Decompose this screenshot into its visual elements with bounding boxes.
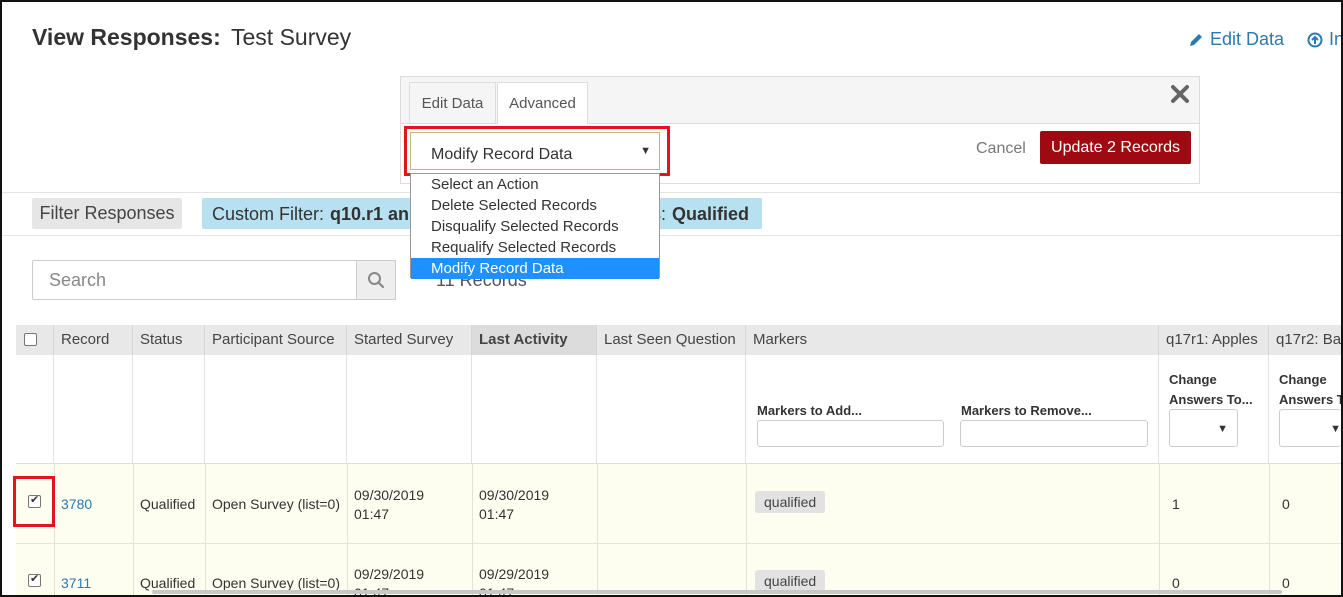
tab-advanced[interactable]: Advanced [497, 82, 588, 124]
record-link[interactable]: 3780 [61, 494, 92, 514]
upload-circle-icon [1307, 32, 1323, 47]
last-activity-date: 09/29/2019 [479, 566, 550, 582]
header-started-survey[interactable]: Started Survey [347, 325, 472, 355]
search-button[interactable] [356, 260, 396, 300]
page-title-prefix: View Responses: [32, 24, 221, 50]
search-input[interactable] [32, 260, 356, 300]
subheader-cell [205, 355, 347, 464]
subheader-cell [472, 355, 597, 464]
header-q17r2[interactable]: q17r2: Ba [1269, 325, 1341, 355]
edit-data-label: Edit Data [1210, 29, 1285, 49]
q17r2-value: 0 [1282, 496, 1290, 512]
import-link[interactable]: In [1307, 29, 1343, 50]
header-status[interactable]: Status [133, 325, 205, 355]
custom-filter-prefix: Custom Filter: [212, 204, 325, 224]
started-time: 01:47 [354, 506, 390, 522]
header-last-seen-question[interactable]: Last Seen Question [597, 325, 746, 355]
action-select-value: Modify Record Data [431, 146, 573, 163]
subheader-cell [133, 355, 205, 464]
header-record[interactable]: Record [54, 325, 133, 355]
search-icon [368, 272, 385, 289]
panel-tabs: Edit Data Advanced [401, 77, 1199, 124]
divider [2, 235, 1341, 236]
markers-to-remove-input[interactable] [960, 420, 1148, 447]
q17r1-value: 1 [1172, 496, 1180, 512]
header-participant-source[interactable]: Participant Source [205, 325, 347, 355]
started-date: 09/30/2019 [354, 487, 425, 503]
app-window: View Responses: Test Survey Edit Data In… [0, 0, 1343, 597]
option-disqualify-records[interactable]: Disqualify Selected Records [411, 216, 659, 237]
action-dropdown-list: Select an Action Delete Selected Records… [410, 173, 660, 279]
started-date: 09/29/2019 [354, 566, 425, 582]
edit-data-link[interactable]: Edit Data [1188, 29, 1284, 50]
table-row: 3780 Qualified Open Survey (list=0) 09/3… [16, 464, 1341, 544]
option-delete-records[interactable]: Delete Selected Records [411, 195, 659, 216]
action-select[interactable]: Modify Record Data ▼ [410, 132, 660, 170]
caret-down-icon: ▼ [640, 145, 651, 157]
cancel-link[interactable]: Cancel [976, 140, 1026, 158]
survey-name: Test Survey [231, 24, 352, 50]
change-answers-label-q17r1: Change Answers To... [1169, 372, 1253, 407]
option-select-action[interactable]: Select an Action [411, 174, 659, 195]
source-cell: Open Survey (list=0) [212, 496, 340, 512]
header-select-all [16, 325, 54, 355]
tab-edit-data[interactable]: Edit Data [409, 82, 496, 123]
option-modify-record-data[interactable]: Modify Record Data [411, 258, 659, 279]
marker-badge: qualified [755, 491, 826, 513]
last-activity-date: 09/30/2019 [479, 487, 550, 503]
header-last-activity[interactable]: Last Activity [472, 325, 597, 355]
import-label: In [1329, 29, 1343, 49]
header-q17r1[interactable]: q17r1: Apples [1159, 325, 1269, 355]
markers-to-remove-label: Markers to Remove... [961, 403, 1092, 418]
markers-to-add-label: Markers to Add... [757, 403, 862, 418]
caret-down-icon: ▼ [1217, 423, 1228, 435]
marker-badge: qualified [755, 570, 826, 592]
divider [2, 192, 1341, 193]
pencil-icon [1190, 33, 1202, 46]
q17r2-value: 0 [1282, 575, 1290, 591]
row-checkbox[interactable] [28, 572, 41, 587]
horizontal-scrollbar[interactable] [152, 590, 1282, 594]
highlight-box-checkbox [13, 476, 55, 527]
custom-filter-value: q10.r1 an [330, 204, 410, 224]
caret-down-icon: ▼ [1330, 423, 1341, 435]
subheader-cell [16, 355, 54, 464]
subheader-cell [54, 355, 133, 464]
custom-filter-status: Qualified [672, 204, 750, 224]
subheader-cell [597, 355, 746, 464]
update-records-button[interactable]: Update 2 Records [1040, 131, 1191, 164]
change-answers-label-q17r2: Change Answers T [1279, 372, 1343, 407]
markers-to-add-input[interactable] [757, 420, 944, 447]
record-link[interactable]: 3711 [61, 573, 91, 593]
change-answers-select-q17r2[interactable]: ▼ [1279, 409, 1341, 447]
last-activity-time: 01:47 [479, 506, 515, 522]
select-all-checkbox[interactable] [24, 333, 37, 346]
status-cell: Qualified [140, 496, 196, 512]
subheader-cell [347, 355, 472, 464]
option-requalify-records[interactable]: Requalify Selected Records [411, 237, 659, 258]
header-markers[interactable]: Markers [746, 325, 1159, 355]
change-answers-select-q17r1[interactable]: ▼ [1169, 409, 1238, 447]
close-icon[interactable] [1169, 83, 1191, 105]
filter-responses-button[interactable]: Filter Responses [32, 198, 182, 229]
